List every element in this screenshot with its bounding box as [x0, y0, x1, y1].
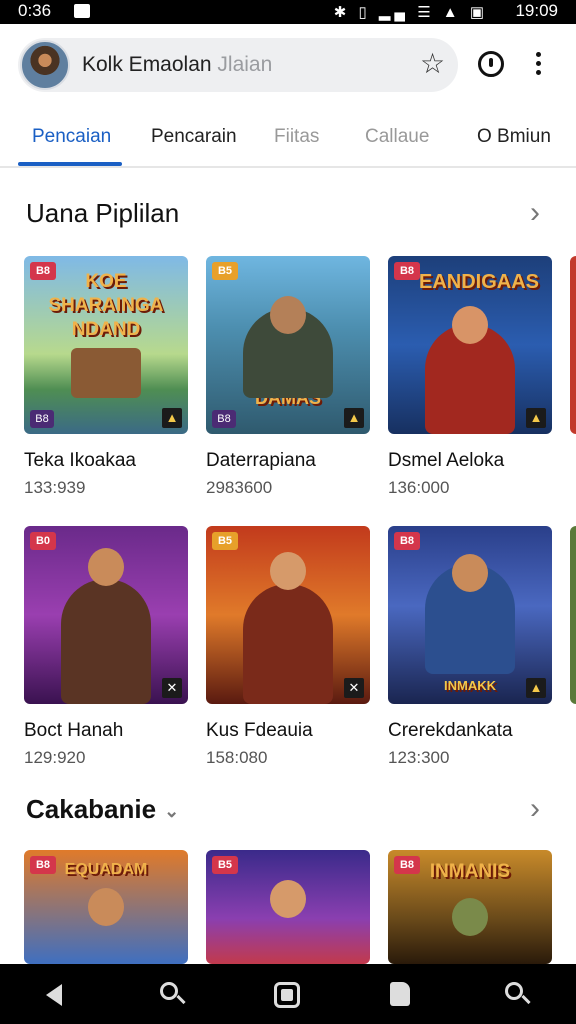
chevron-down-icon[interactable]: ⌄ [164, 801, 179, 822]
game-thumbnail: EANDIGAAS B8 ▲ [388, 256, 552, 434]
game-logo: EANDIGAAS [418, 271, 539, 293]
game-thumbnail: INMANIS B8 [388, 850, 552, 964]
game-title: Dsmel Aeloka [388, 450, 505, 471]
back-icon[interactable] [46, 984, 62, 1006]
game-count: 123:300 [388, 748, 450, 767]
game-thumbnail: KOE SHARAINGA NDAND B8 B8 ▲ [24, 256, 188, 434]
game-title: Boct Hanah [24, 720, 124, 741]
search-text-faded: Jlaian [217, 53, 273, 76]
tab-bar: Pencaian Pencarain Fiitas Callaue O Bmiu… [0, 112, 576, 168]
app-header: Kolk Emaolan Jlaian ☆ [0, 24, 576, 112]
game-logo: KOE SHARAINGA NDAND [48, 271, 164, 340]
status-icons: ✱ ▯ ▂▄ ☰ ▲ ▣ [333, 4, 488, 21]
game-title: Daterrapiana [206, 450, 316, 471]
game-badge: B8 [30, 262, 56, 280]
game-count: 136:000 [388, 478, 450, 497]
next-card-peek [570, 526, 576, 704]
game-thumbnail: B5 [206, 850, 370, 964]
search-bar[interactable]: Kolk Emaolan Jlaian ☆ [18, 38, 458, 92]
tab-callaue[interactable]: Callaue [365, 126, 429, 148]
magnifier-icon[interactable] [505, 982, 523, 1000]
age-rating-icon: ▲ [344, 408, 364, 428]
chevron-right-icon[interactable]: › [530, 794, 540, 824]
star-icon[interactable]: ☆ [420, 48, 445, 80]
game-badge: B5 [212, 532, 238, 550]
game-thumbnail: B0 ✕ [24, 526, 188, 704]
game-title: Crerekdankata [388, 720, 513, 741]
tab-fiitas[interactable]: Fiitas [274, 126, 319, 148]
game-thumbnail: EQUADAM B8 [24, 850, 188, 964]
age-rating-icon: ▲ [526, 408, 546, 428]
game-logo: INMANIS [429, 861, 511, 882]
recents-icon[interactable] [390, 982, 410, 1006]
game-thumbnail: B5 ✕ [206, 526, 370, 704]
game-badge: B8 [394, 262, 420, 280]
age-rating-icon: ✕ [344, 678, 364, 698]
section-title: Uana Piplilan [26, 198, 180, 228]
status-time: 0:36 [18, 1, 52, 20]
game-title: Teka Ikoakaa [24, 450, 136, 471]
avatar[interactable] [20, 40, 70, 90]
status-bar: 0:36 ✱ ▯ ▂▄ ☰ ▲ ▣ 19:09 [0, 0, 576, 24]
tab-obmiun[interactable]: O Bmiun [477, 126, 551, 148]
active-tab-indicator [18, 162, 122, 166]
search-icon[interactable] [160, 982, 178, 1000]
game-badge: B0 [30, 532, 56, 550]
game-badge: B5 [212, 262, 238, 280]
rating-badge: B8 [30, 410, 54, 428]
chat-icon[interactable] [478, 51, 504, 77]
next-card-peek [570, 256, 576, 434]
chevron-right-icon[interactable]: › [530, 198, 540, 228]
game-badge: B8 [30, 856, 56, 874]
search-input[interactable]: Kolk Emaolan Jlaian [82, 53, 272, 77]
age-rating-icon: ▲ [162, 408, 182, 428]
game-title: Kus Fdeauia [206, 720, 313, 741]
game-count: 158:080 [206, 748, 268, 767]
more-options-icon[interactable] [536, 52, 542, 79]
game-count: 129:920 [24, 748, 86, 767]
game-badge: B5 [212, 856, 238, 874]
game-logo: INMAKK [444, 678, 496, 693]
rating-badge: B8 [212, 410, 236, 428]
age-rating-icon: ✕ [162, 678, 182, 698]
notification-icon [74, 4, 90, 18]
tab-pencaian[interactable]: Pencaian [32, 126, 111, 148]
age-rating-icon: ▲ [526, 678, 546, 698]
search-text-main: Kolk Emaolan [82, 53, 212, 76]
tab-pencarain[interactable]: Pencarain [151, 126, 237, 148]
section-title: Cakabanie ⌄ [26, 794, 179, 825]
game-thumbnail: INMAKK B8 ▲ [388, 526, 552, 704]
game-count: 2983600 [206, 478, 273, 497]
status-clock: 19:09 [515, 1, 558, 20]
game-logo: EQUADAM [64, 861, 148, 878]
game-thumbnail: DAMAS B5 B8 ▲ [206, 256, 370, 434]
section-title-text: Cakabanie [26, 794, 157, 824]
game-badge: B8 [394, 532, 420, 550]
system-nav-bar [0, 964, 576, 1024]
game-badge: B8 [394, 856, 420, 874]
game-count: 133:939 [24, 478, 86, 497]
home-icon[interactable] [274, 982, 300, 1008]
